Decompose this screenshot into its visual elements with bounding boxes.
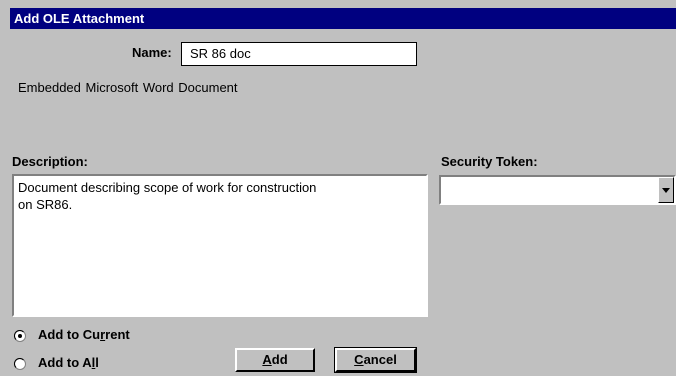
- name-label: Name:: [132, 45, 172, 60]
- name-input[interactable]: SR 86 doc: [181, 42, 417, 66]
- dialog-title: Add OLE Attachment: [14, 11, 145, 26]
- add-to-current-label: Add to Current: [38, 327, 130, 342]
- object-type-label: Embedded Microsoft Word Document: [18, 80, 238, 95]
- dialog-title-bar: Add OLE Attachment: [10, 8, 676, 29]
- add-to-all-radio[interactable]: Add to All: [14, 355, 164, 373]
- add-to-current-radio[interactable]: Add to Current: [14, 327, 164, 345]
- chevron-down-icon: [662, 188, 670, 193]
- radio-unselected-icon: [14, 358, 26, 370]
- description-label: Description:: [12, 154, 88, 169]
- security-token-select[interactable]: [439, 175, 676, 205]
- cancel-button[interactable]: Cancel: [334, 347, 417, 373]
- add-to-all-label: Add to All: [38, 355, 99, 370]
- description-text: Document describing scope of work for co…: [18, 180, 317, 212]
- add-button[interactable]: Add: [235, 348, 315, 372]
- description-textarea[interactable]: Document describing scope of work for co…: [12, 174, 428, 317]
- security-token-label: Security Token:: [441, 154, 538, 169]
- radio-selected-icon: [14, 330, 26, 342]
- dropdown-arrow-button[interactable]: [658, 177, 674, 203]
